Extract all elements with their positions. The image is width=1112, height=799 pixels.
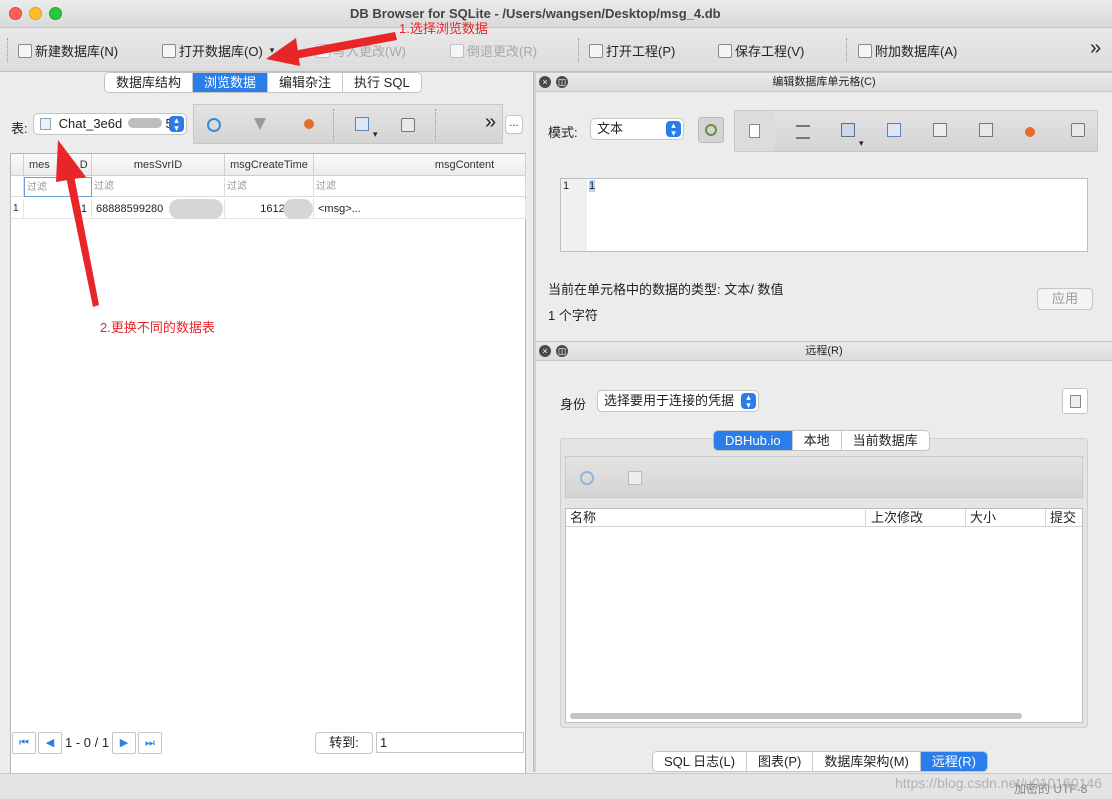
annotation-arrow-1	[288, 32, 397, 60]
annotation-arrowhead-2	[56, 140, 86, 182]
annotation-arrowhead-1	[266, 38, 300, 66]
watermark: https://blog.csdn.net/u010160146	[894, 775, 1102, 791]
annotation-arrow-2	[65, 170, 99, 307]
annotation-step-1: 1.选择浏览数据	[399, 21, 488, 36]
annotation-arrows	[56, 32, 397, 307]
annotation-step-2: 2.更换不同的数据表	[100, 320, 215, 335]
